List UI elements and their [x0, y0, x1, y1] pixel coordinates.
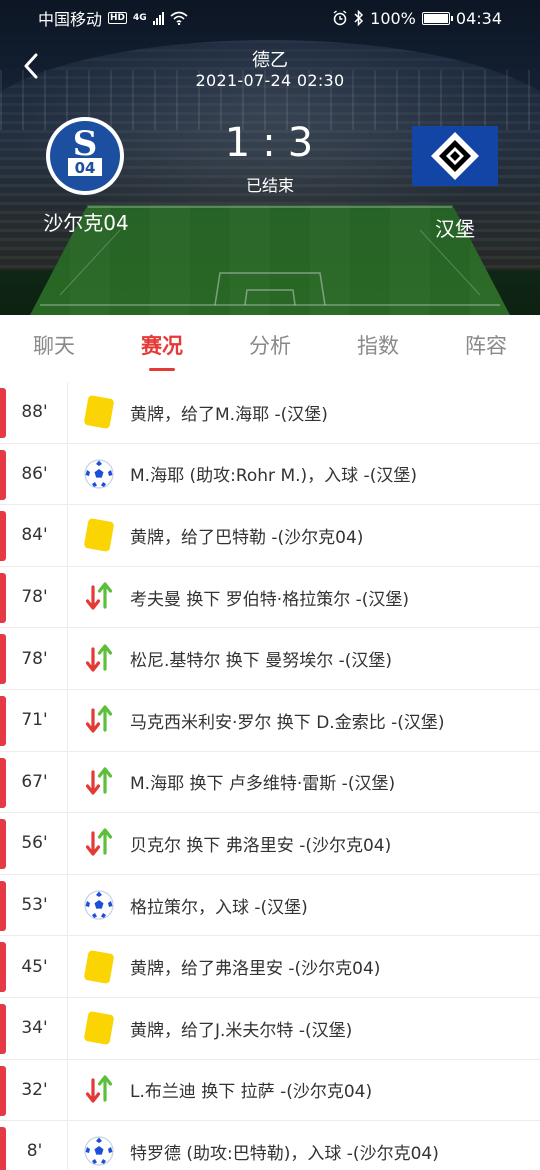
hamburg-crest-icon: [431, 132, 479, 180]
tab-analysis[interactable]: 分析: [216, 315, 324, 377]
event-row[interactable]: 78' 松尼.基特尔 换下 曼努埃尔 -(汉堡): [0, 628, 540, 690]
carrier-name: 中国移动: [38, 10, 103, 29]
event-description: 考夫曼 换下 罗伯特·格拉策尔 -(汉堡): [130, 589, 410, 610]
home-score: 1: [224, 120, 253, 166]
event-marker: [0, 880, 6, 931]
tab-chat[interactable]: 聊天: [0, 315, 108, 377]
alarm-icon: [333, 10, 347, 26]
yellow-card-icon: [68, 998, 130, 1059]
event-description: 格拉策尔，入球 -(汉堡): [130, 897, 308, 918]
event-minute: 56': [0, 813, 68, 874]
event-row[interactable]: 86' M.海耶 (助攻:Rohr M.)，入球 -(汉堡): [0, 443, 540, 506]
event-minute: 78': [0, 628, 68, 689]
tab-live[interactable]: 赛况: [108, 315, 216, 377]
league-name: 德乙: [252, 50, 288, 71]
away-score: 3: [287, 120, 316, 166]
event-marker: [0, 819, 6, 870]
football-icon: [68, 444, 130, 505]
event-row[interactable]: 53' 格拉策尔，入球 -(汉堡): [0, 874, 540, 937]
event-row[interactable]: 45' 黄牌，给了弗洛里安 -(沙尔克04): [0, 936, 540, 998]
substitution-arrows-icon: [68, 690, 130, 751]
event-row[interactable]: 78' 考夫曼 换下 罗伯特·格拉策尔 -(汉堡): [0, 566, 540, 629]
yellow-card-icon: [68, 505, 130, 566]
event-marker: [0, 1065, 6, 1116]
event-description: 松尼.基特尔 换下 曼努埃尔 -(汉堡): [130, 651, 393, 672]
event-marker: [0, 449, 6, 500]
event-minute: 88': [0, 382, 68, 443]
event-minute: 86': [0, 443, 68, 505]
event-marker: [0, 388, 6, 438]
event-minute: 8': [0, 1121, 68, 1170]
match-events-list: 88' 黄牌，给了M.海耶 -(汉堡) 86' M.海耶 (助攻:Rohr M.)，入…: [0, 382, 540, 1170]
substitution-arrows-icon: [68, 628, 130, 689]
event-row[interactable]: 34' 黄牌，给了J.米夫尔特 -(汉堡): [0, 997, 540, 1060]
event-row[interactable]: 67' M.海耶 换下 卢多维特·雷斯 -(汉堡): [0, 751, 540, 814]
event-marker: [0, 511, 6, 562]
event-minute: 84': [0, 505, 68, 566]
event-marker: [0, 572, 6, 623]
match-datetime: 2021-07-24 02:30: [195, 71, 345, 90]
event-marker: [0, 1127, 6, 1170]
event-row[interactable]: 32' L.布兰迪 换下 拉萨 -(沙尔克04): [0, 1059, 540, 1122]
event-marker: [0, 1003, 6, 1054]
yellow-card-icon: [68, 382, 130, 443]
event-marker: [0, 695, 6, 746]
yellow-card-icon: [68, 936, 130, 997]
score-separator: :: [262, 120, 278, 166]
substitution-arrows-icon: [68, 567, 130, 628]
football-icon: [68, 1121, 130, 1170]
tab-bar: 聊天 赛况 分析 指数 阵容: [0, 315, 540, 377]
away-team-name[interactable]: 汉堡: [395, 213, 515, 242]
substitution-arrows-icon: [68, 752, 130, 813]
event-row[interactable]: 8' 特罗德 (助攻:巴特勒)，入球 -(沙尔克04): [0, 1121, 540, 1170]
yellow-card-shape: [83, 395, 115, 430]
event-marker: [0, 757, 6, 808]
event-minute: 32': [0, 1059, 68, 1121]
clock: 04:34: [455, 8, 502, 28]
event-marker: [0, 942, 6, 993]
event-minute: 78': [0, 566, 68, 628]
wifi-icon: [170, 11, 188, 25]
signal-icon: [152, 11, 164, 25]
event-description: 马克西米利安·罗尔 换下 D.金索比 -(汉堡): [130, 712, 445, 733]
match-detail-screen: 中国移动 HD 4G 100% 04:34 德乙 2021-07-24 02:3…: [0, 0, 540, 1170]
event-description: M.海耶 换下 卢多维特·雷斯 -(汉堡): [130, 774, 396, 795]
event-minute: 67': [0, 751, 68, 813]
yellow-card-shape: [83, 949, 115, 984]
status-bar: 中国移动 HD 4G 100% 04:34: [0, 0, 540, 36]
bluetooth-icon: [354, 10, 364, 26]
substitution-arrows-icon: [68, 1060, 130, 1121]
substitution-arrows-icon: [68, 813, 130, 874]
event-row[interactable]: 88' 黄牌，给了M.海耶 -(汉堡): [0, 382, 540, 444]
event-minute: 34': [0, 997, 68, 1059]
yellow-card-shape: [83, 518, 115, 553]
tab-odds[interactable]: 指数: [324, 315, 432, 377]
event-marker: [0, 634, 6, 685]
tab-lineup[interactable]: 阵容: [432, 315, 540, 377]
football-icon: [68, 875, 130, 936]
event-description: 黄牌，给了J.米夫尔特 -(汉堡): [130, 1020, 353, 1041]
hd-icon: HD: [108, 12, 128, 24]
event-description: 黄牌，给了M.海耶 -(汉堡): [130, 404, 328, 425]
event-description: 黄牌，给了弗洛里安 -(沙尔克04): [130, 959, 381, 980]
event-row[interactable]: 84' 黄牌，给了巴特勒 -(沙尔克04): [0, 505, 540, 567]
match-header: 中国移动 HD 4G 100% 04:34 德乙 2021-07-24 02:3…: [0, 0, 540, 315]
event-minute: 71': [0, 689, 68, 751]
event-row[interactable]: 56' 贝克尔 换下 弗洛里安 -(沙尔克04): [0, 813, 540, 875]
event-description: L.布兰迪 换下 拉萨 -(沙尔克04): [130, 1082, 373, 1103]
battery-percent: 100%: [370, 8, 416, 28]
event-description: 贝克尔 换下 弗洛里安 -(沙尔克04): [130, 835, 392, 856]
event-description: 特罗德 (助攻:巴特勒)，入球 -(沙尔克04): [130, 1143, 439, 1164]
event-row[interactable]: 71' 马克西米利安·罗尔 换下 D.金索比 -(汉堡): [0, 689, 540, 752]
event-minute: 53': [0, 874, 68, 936]
home-team-name[interactable]: 沙尔克04: [20, 207, 152, 236]
event-description: M.海耶 (助攻:Rohr M.)，入球 -(汉堡): [130, 466, 417, 487]
yellow-card-shape: [83, 1011, 115, 1046]
event-description: 黄牌，给了巴特勒 -(沙尔克04): [130, 527, 364, 548]
network-type: 4G: [133, 13, 147, 23]
away-team-logo[interactable]: [412, 126, 498, 186]
event-minute: 45': [0, 936, 68, 997]
battery-icon: [421, 11, 453, 25]
